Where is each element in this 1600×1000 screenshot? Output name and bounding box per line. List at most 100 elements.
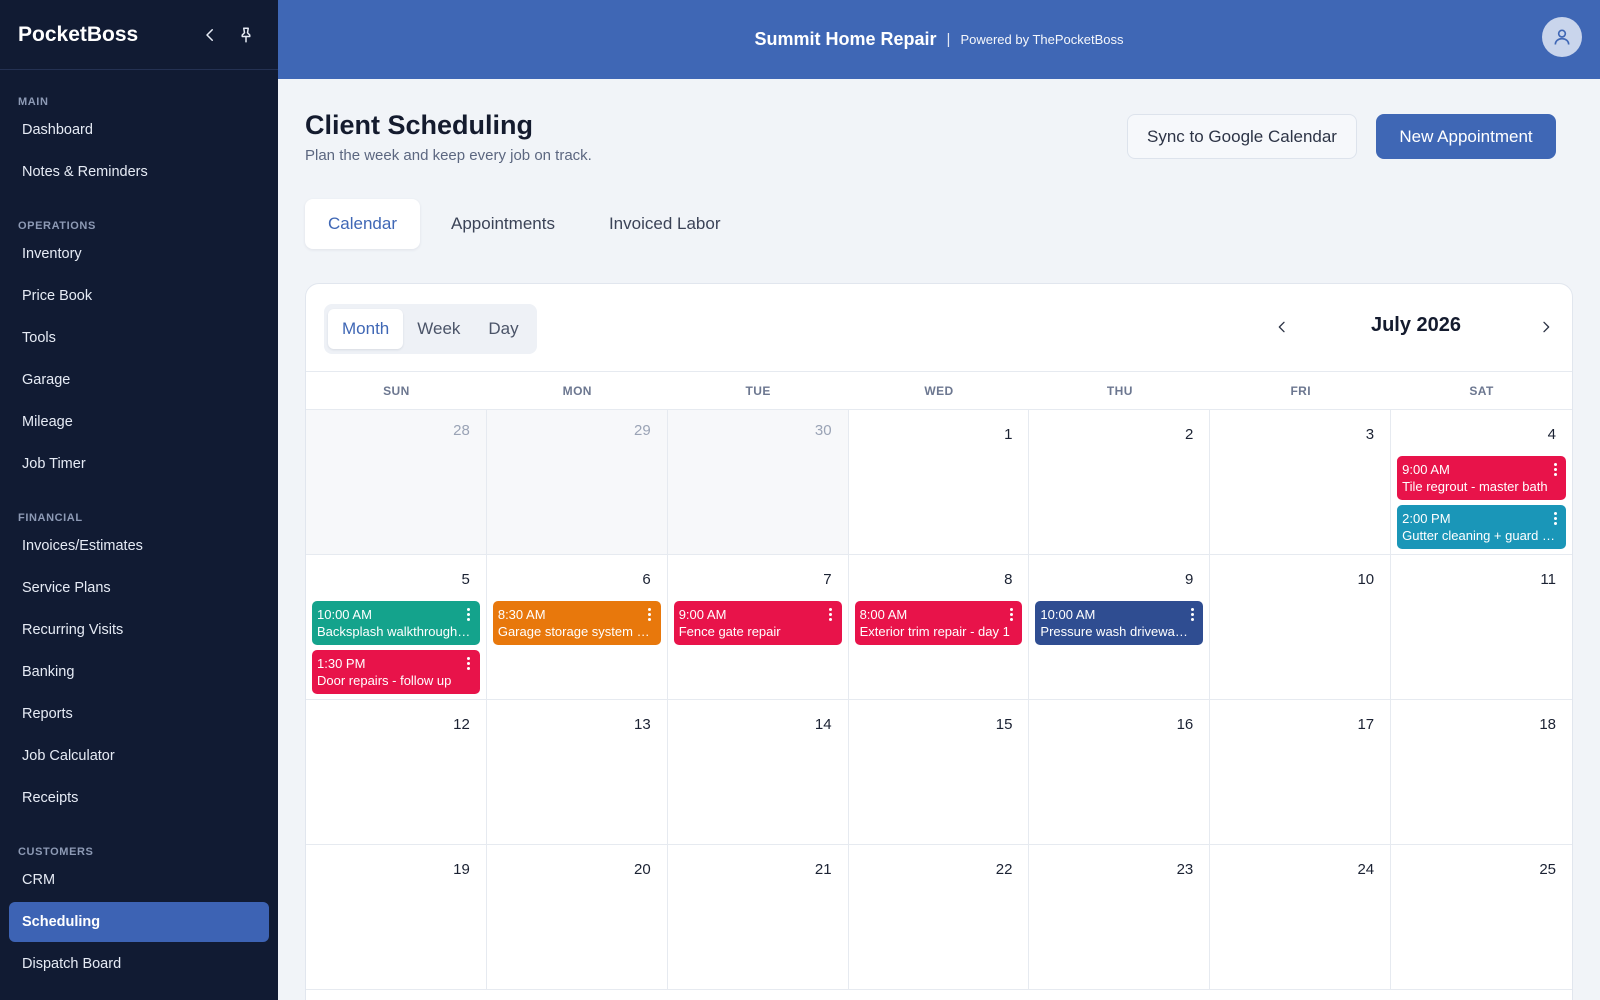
day-number: 18 — [1539, 716, 1556, 733]
day-cell[interactable]: 17 — [1210, 700, 1392, 845]
day-cell[interactable]: 1 — [848, 410, 1030, 555]
page-subtitle: Plan the week and keep every job on trac… — [305, 147, 592, 164]
appointment-event[interactable]: 10:00 AM Pressure wash driveway and patio — [1035, 601, 1204, 645]
day-cell[interactable]: 3 — [1210, 410, 1392, 555]
day-number: 24 — [1357, 861, 1375, 878]
sidebar-item-job-calculator[interactable]: Job Calculator — [9, 736, 269, 776]
sidebar-item-receipts[interactable]: Receipts — [9, 778, 269, 818]
weekday-fri: FRI — [1290, 383, 1311, 398]
brand-logo: PocketBoss — [18, 22, 139, 46]
more-vertical-icon[interactable] — [464, 606, 474, 622]
sidebar-item-reports[interactable]: Reports — [9, 694, 269, 734]
sidebar-item-notes-reminders[interactable]: Notes & Reminders — [9, 152, 269, 192]
sidebar-item-recurring-visits[interactable]: Recurring Visits — [9, 610, 269, 650]
appointment-event[interactable]: 10:00 AM Backsplash walkthrough and estim… — [312, 601, 480, 645]
more-vertical-icon[interactable] — [1550, 510, 1560, 526]
sidebar-item-dashboard[interactable]: Dashboard — [9, 110, 269, 150]
day-cell[interactable]: 12 — [306, 700, 487, 845]
sidebar-item-price-book[interactable]: Price Book — [9, 276, 269, 316]
day-number: 29 — [634, 422, 651, 439]
day-cell[interactable]: 4 9:00 AM Tile regrout - master bath 2:00 P… — [1391, 410, 1572, 555]
sidebar-item-service-plans[interactable]: Service Plans — [9, 568, 269, 608]
sidebar-section-main: MAIN — [18, 96, 49, 108]
day-number: 16 — [1176, 716, 1194, 733]
sidebar-item-tools[interactable]: Tools — [9, 318, 269, 358]
day-cell[interactable]: 14 — [667, 700, 849, 845]
day-cell[interactable]: 6 8:30 AM Garage storage system install — [486, 555, 668, 700]
day-cell[interactable]: 30 — [667, 410, 849, 555]
tab-calendar[interactable]: Calendar — [305, 199, 420, 249]
sidebar-item-mileage[interactable]: Mileage — [9, 402, 269, 442]
day-cell[interactable]: 28 — [306, 410, 487, 555]
day-cell[interactable]: 16 — [1029, 700, 1211, 845]
more-vertical-icon[interactable] — [1187, 606, 1197, 622]
sidebar-item-invoices-estimates[interactable]: Invoices/Estimates — [9, 526, 269, 566]
day-cell[interactable]: 5 10:00 AM Backsplash walkthrough and esti… — [306, 555, 487, 700]
event-time: 10:00 AM — [1040, 607, 1096, 622]
event-time: 1:30 PM — [317, 656, 366, 671]
more-vertical-icon[interactable] — [464, 655, 474, 671]
day-cell[interactable]: 13 — [486, 700, 668, 845]
sidebar-item-job-timer[interactable]: Job Timer — [9, 444, 269, 484]
view-toggle: Month Week Day — [324, 304, 537, 354]
appointment-event[interactable]: 9:00 AM Tile regrout - master bath — [1397, 456, 1566, 500]
sidebar-item-scheduling[interactable]: Scheduling — [9, 902, 269, 942]
day-cell[interactable]: 24 — [1210, 845, 1392, 990]
day-cell[interactable]: 10 — [1210, 555, 1392, 700]
view-month-button[interactable]: Month — [328, 309, 404, 349]
appointment-event[interactable]: 2:00 PM Gutter cleaning + guard install — [1397, 505, 1566, 549]
collapse-sidebar-icon[interactable] — [196, 21, 224, 49]
title-separator: | — [946, 31, 951, 48]
month-grid: 28 29 30 1 2 3 4 9:00 AM Tile regrout - master b… — [306, 410, 1572, 990]
more-vertical-icon[interactable] — [1550, 461, 1560, 477]
day-events: 9:00 AM Fence gate repair — [673, 601, 842, 650]
new-appointment-button[interactable]: New Appointment — [1376, 114, 1556, 159]
day-cell[interactable]: 18 — [1391, 700, 1572, 845]
more-vertical-icon[interactable] — [1006, 606, 1016, 622]
day-cell[interactable]: 20 — [486, 845, 668, 990]
sidebar-item-garage[interactable]: Garage — [9, 360, 269, 400]
more-vertical-icon[interactable] — [826, 606, 836, 622]
day-cell[interactable]: 9 10:00 AM Pressure wash driveway and pati… — [1029, 555, 1211, 700]
appointment-event[interactable]: 1:30 PM Door repairs - follow up — [312, 650, 480, 694]
day-cell[interactable]: 2 — [1029, 410, 1211, 555]
day-cell[interactable]: 15 — [848, 700, 1030, 845]
view-week-button[interactable]: Week — [403, 309, 474, 349]
event-time: 10:00 AM — [317, 607, 372, 622]
day-cell[interactable]: 22 — [848, 845, 1030, 990]
appointment-event[interactable]: 8:00 AM Exterior trim repair - day 1 — [854, 601, 1023, 645]
day-cell[interactable]: 8 8:00 AM Exterior trim repair - day 1 — [848, 555, 1030, 700]
view-day-button[interactable]: Day — [474, 309, 532, 349]
day-cell[interactable]: 7 9:00 AM Fence gate repair — [667, 555, 849, 700]
day-cell[interactable]: 25 — [1391, 845, 1572, 990]
sync-google-calendar-button[interactable]: Sync to Google Calendar — [1127, 114, 1357, 159]
calendar-card: Month Week Day July 2026 SUN MON TUE WED THU FR… — [305, 283, 1573, 1000]
day-number: 4 — [1547, 426, 1556, 443]
tab-appointments[interactable]: Appointments — [428, 199, 578, 249]
sidebar-item-banking[interactable]: Banking — [9, 652, 269, 692]
company-name: Summit Home Repair — [754, 29, 937, 49]
user-avatar-icon[interactable] — [1542, 17, 1582, 57]
weekday-wed: WED — [924, 383, 954, 398]
appointment-event[interactable]: 8:30 AM Garage storage system install — [492, 601, 661, 645]
previous-month-icon[interactable] — [1269, 314, 1295, 340]
tab-invoiced-labor[interactable]: Invoiced Labor — [586, 199, 744, 249]
sidebar-item-dispatch-board[interactable]: Dispatch Board — [9, 944, 269, 984]
day-cell[interactable]: 19 — [306, 845, 487, 990]
day-number: 5 — [461, 571, 470, 588]
appointment-event[interactable]: 9:00 AM Fence gate repair — [673, 601, 842, 645]
next-month-icon[interactable] — [1533, 314, 1559, 340]
weekday-mon: MON — [562, 383, 592, 398]
day-number: 20 — [634, 861, 651, 878]
day-cell[interactable]: 21 — [667, 845, 849, 990]
day-cell[interactable]: 23 — [1029, 845, 1211, 990]
event-title: Backsplash walkthrough and estimate — [317, 624, 475, 639]
sidebar-item-crm[interactable]: CRM — [9, 860, 269, 900]
sidebar-item-inventory[interactable]: Inventory — [9, 234, 269, 274]
more-vertical-icon[interactable] — [645, 606, 655, 622]
day-events: 8:00 AM Exterior trim repair - day 1 — [854, 601, 1023, 650]
pin-icon[interactable] — [232, 21, 260, 49]
event-title: Gutter cleaning + guard install — [1402, 528, 1561, 543]
day-cell[interactable]: 29 — [486, 410, 668, 555]
day-cell[interactable]: 11 — [1391, 555, 1572, 700]
